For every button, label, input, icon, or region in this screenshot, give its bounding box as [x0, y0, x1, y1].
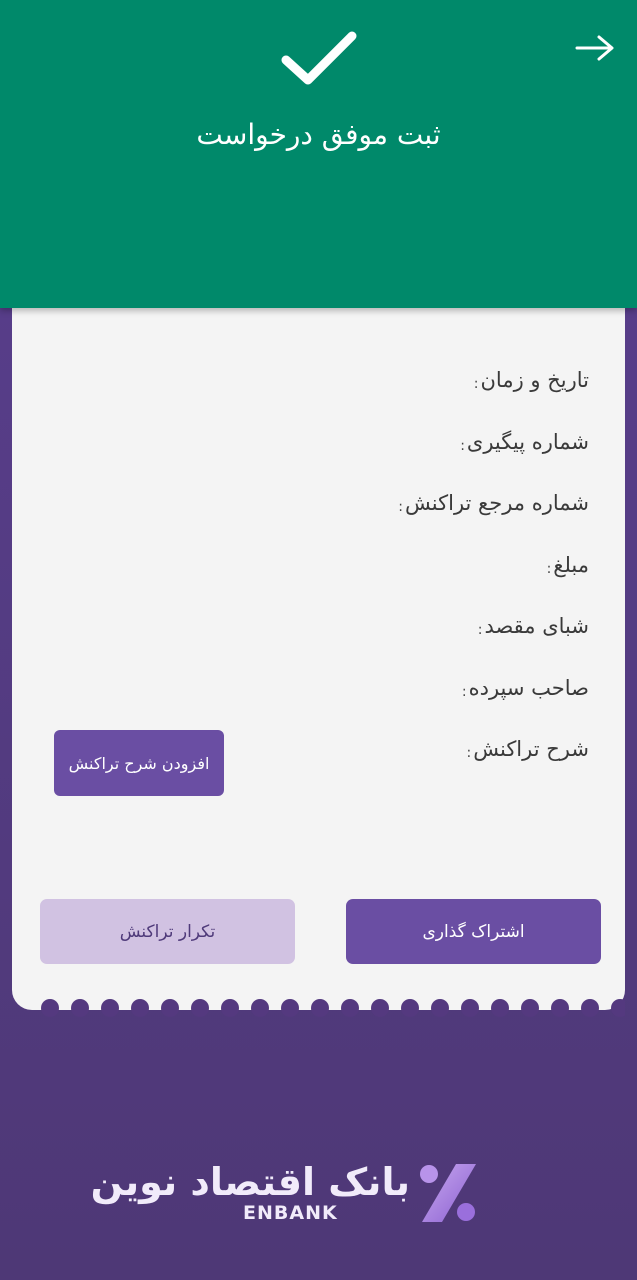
field-destination-iban: شبای مقصد : — [398, 614, 589, 676]
bank-name-en: ENBANK — [243, 1202, 338, 1224]
field-label: شماره پیگیری — [466, 429, 589, 454]
field-colon: : — [473, 376, 479, 392]
perforation-dot — [611, 999, 625, 1017]
field-account-owner: صاحب سپرده : — [398, 676, 589, 738]
field-label: تاریخ و زمان — [480, 368, 590, 392]
share-button[interactable]: اشتراک گذاری — [346, 899, 601, 964]
perforation-dot — [131, 999, 149, 1017]
field-tracking-number: شماره پیگیری : — [398, 430, 589, 492]
page-title: ثبت موفق درخواست — [196, 118, 441, 151]
bank-logo-mark-icon — [420, 1164, 476, 1222]
receipt-perforation — [12, 997, 625, 1017]
field-reference-number: شماره مرجع تراکنش : — [398, 491, 589, 553]
field-colon: : — [477, 622, 483, 638]
receipt-fields: تاریخ و زمان : شماره پیگیری : شماره مرجع… — [398, 368, 589, 799]
perforation-dot — [71, 999, 89, 1017]
perforation-dot — [401, 999, 419, 1017]
perforation-dot — [191, 999, 209, 1017]
bank-logo: بانک اقتصاد نوین ENBANK — [91, 1160, 480, 1226]
field-colon: : — [460, 437, 465, 454]
perforation-dot — [101, 999, 119, 1017]
bank-name-fa: بانک اقتصاد نوین — [90, 1160, 410, 1204]
perforation-dot — [491, 999, 509, 1017]
perforation-dot — [581, 999, 599, 1017]
back-button[interactable] — [573, 28, 617, 68]
field-colon: : — [546, 560, 552, 577]
arrow-right-icon — [575, 35, 614, 61]
field-label: شرح تراکنش — [473, 737, 589, 761]
perforation-dot — [341, 999, 359, 1017]
check-icon — [281, 31, 357, 85]
field-label: صاحب سپرده — [468, 675, 589, 700]
repeat-transaction-button[interactable]: تکرار تراکنش — [40, 899, 295, 964]
perforation-dot — [161, 999, 179, 1017]
field-description: شرح تراکنش : — [398, 737, 589, 799]
perforation-dot — [281, 999, 299, 1017]
field-label: مبلغ — [553, 552, 589, 577]
field-colon: : — [398, 499, 403, 515]
perforation-dot — [461, 999, 479, 1017]
success-header: ثبت موفق درخواست — [0, 0, 637, 308]
perforation-dot — [221, 999, 239, 1017]
perforation-dot — [551, 999, 569, 1017]
field-colon: : — [461, 683, 467, 700]
field-amount: مبلغ : — [398, 553, 589, 615]
perforation-dot — [41, 999, 59, 1017]
perforation-dot — [311, 999, 329, 1017]
perforation-dot — [521, 999, 539, 1017]
receipt-card: تاریخ و زمان : شماره پیگیری : شماره مرجع… — [12, 290, 625, 1010]
field-datetime: تاریخ و زمان : — [398, 368, 589, 430]
field-label: شماره مرجع تراکنش — [405, 491, 589, 515]
add-description-button[interactable]: افزودن شرح تراکنش — [54, 730, 224, 796]
perforation-dot — [431, 999, 449, 1017]
perforation-dot — [371, 999, 389, 1017]
perforation-dot — [251, 999, 269, 1017]
field-colon: : — [466, 745, 472, 761]
field-label: شبای مقصد — [484, 614, 589, 638]
